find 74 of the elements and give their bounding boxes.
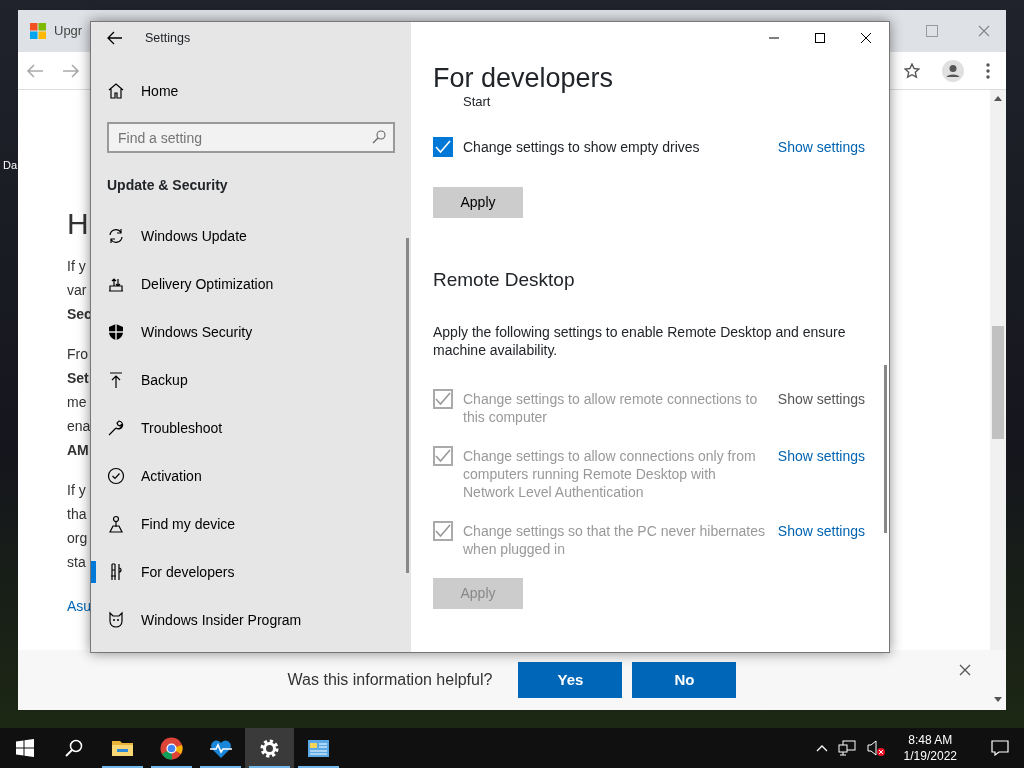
desktop-icon-label[interactable]: Da <box>3 157 18 174</box>
page-title: For developers <box>433 62 615 95</box>
shield-icon <box>107 323 125 341</box>
section-heading: Update & Security <box>106 176 229 195</box>
nav-item[interactable]: Windows Security <box>91 308 397 356</box>
home-nav-item[interactable]: Home <box>91 67 397 115</box>
text-line: org <box>67 529 88 548</box>
refresh-icon <box>107 227 125 245</box>
notification-icon[interactable] <box>990 740 1009 756</box>
text-line: ena <box>67 417 91 436</box>
back-icon[interactable] <box>107 31 123 45</box>
clock[interactable]: 8:48 AM 1/19/2022 <box>895 732 965 764</box>
home-icon <box>107 82 125 100</box>
text-line: If y <box>67 481 87 500</box>
text-line: AM <box>67 441 90 460</box>
scrollbar[interactable] <box>406 238 409 573</box>
checkbox-label: Change settings to show empty drives <box>463 138 701 156</box>
text-line: tha <box>67 505 88 524</box>
nav-item[interactable]: Delivery Optimization <box>91 260 397 308</box>
network-icon[interactable] <box>837 740 856 756</box>
cat-icon <box>107 611 125 629</box>
nav-item[interactable]: Activation <box>91 452 397 500</box>
profile-icon[interactable] <box>942 59 964 82</box>
scrollbar-thumb[interactable] <box>992 326 1004 439</box>
star-icon[interactable] <box>904 62 920 79</box>
text-line: sta <box>67 553 87 572</box>
search-field[interactable]: Find a setting <box>107 122 395 153</box>
scroll-down-icon[interactable] <box>994 697 1002 702</box>
link[interactable]: Asu <box>67 594 92 618</box>
text-line: Fro <box>67 345 89 364</box>
checkbox[interactable] <box>433 137 453 157</box>
browser-tab[interactable]: Upgr <box>30 21 83 41</box>
nav-item[interactable]: Backup <box>91 356 397 404</box>
volume-muted-icon[interactable] <box>865 739 886 757</box>
text-line: Set <box>67 369 90 388</box>
yes-button[interactable]: Yes <box>518 662 623 698</box>
text-line: Sec <box>67 305 92 324</box>
nav-item[interactable]: Windows Update <box>91 212 397 260</box>
checkbox-label: Change settings to allow remote connections to this computer <box>463 389 759 426</box>
scrollbar[interactable] <box>884 365 887 533</box>
no-button[interactable]: No <box>632 662 737 698</box>
feedback-question: Was this information helpful? <box>287 670 493 690</box>
close-icon[interactable] <box>860 32 872 44</box>
text-line: If y <box>67 257 87 276</box>
logo-icon <box>30 23 46 39</box>
section-heading: Remote Desktop <box>433 268 576 292</box>
text-line: var <box>67 281 88 300</box>
nav-item[interactable]: Windows Insider Program <box>91 596 397 644</box>
scrollbar[interactable] <box>990 90 1006 650</box>
check-circle-icon <box>107 467 125 485</box>
person-icon <box>107 515 125 533</box>
description: Apply the following settings to enable Remote Desktop and ensure machine availability. <box>433 322 847 359</box>
taskbar-app[interactable] <box>245 728 294 768</box>
maximize-icon[interactable] <box>814 32 826 44</box>
setting-label: Start <box>462 96 492 108</box>
scroll-up-icon[interactable] <box>994 96 1002 101</box>
search-icon[interactable] <box>64 739 83 757</box>
text-line: me <box>67 393 88 412</box>
menu-icon[interactable] <box>986 62 990 79</box>
nav-item[interactable]: For developers <box>91 548 397 596</box>
checkbox-label: Change settings to allow connections only from computers running Remote Desktop with Network Level Authentication <box>463 446 757 501</box>
chevron-up-icon[interactable] <box>815 744 828 752</box>
nav-item[interactable]: Find my device <box>91 500 397 548</box>
page-heading: H <box>67 206 89 242</box>
wrench-icon <box>107 419 125 437</box>
close-icon[interactable] <box>959 664 971 676</box>
window-title: Settings <box>145 29 191 47</box>
nav-item[interactable]: Troubleshoot <box>91 404 397 452</box>
checkbox-label: Change settings so that the PC never hibernates when plugged in <box>463 521 766 558</box>
start-icon[interactable] <box>15 739 34 757</box>
show-settings-link[interactable]: Show settings <box>777 137 865 156</box>
apply-button[interactable]: Apply <box>433 187 523 218</box>
upload-icon <box>107 371 125 389</box>
browser-icon <box>160 736 183 760</box>
